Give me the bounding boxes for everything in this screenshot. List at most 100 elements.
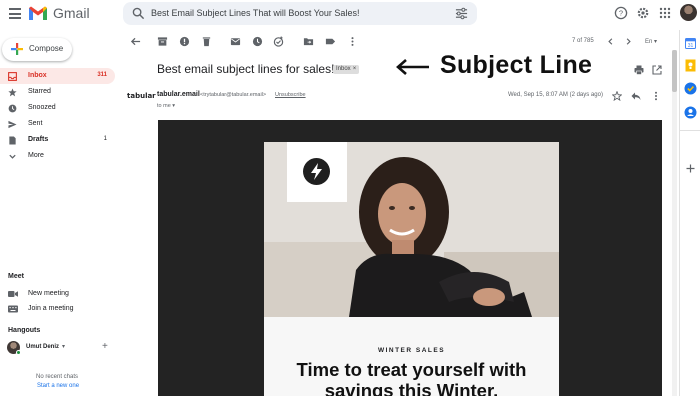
remove-label-icon[interactable]: ×: [353, 66, 357, 72]
search-icon[interactable]: [132, 7, 145, 20]
sidebar-item-sent[interactable]: Sent: [0, 116, 115, 132]
sidebar-item-label: More: [28, 152, 44, 159]
input-language-button[interactable]: En ▾: [645, 38, 657, 45]
svg-text:31: 31: [688, 43, 694, 49]
contacts-icon[interactable]: [684, 106, 697, 119]
side-panel-divider: [680, 130, 700, 131]
mark-unread-icon[interactable]: [230, 36, 241, 47]
add-addon-icon[interactable]: [686, 164, 695, 173]
card-text-area: WINTER SALES Time to treat yourself with…: [264, 317, 559, 396]
meet-section-title: Meet: [8, 273, 24, 280]
new-meeting-button[interactable]: New meeting: [0, 287, 115, 301]
promo-headline-line2: savings this Winter.: [324, 380, 499, 396]
video-camera-icon: [8, 291, 18, 297]
pagination-text: 7 of 785: [572, 38, 594, 44]
sidebar-item-starred[interactable]: Starred: [0, 84, 115, 100]
help-icon[interactable]: ?: [614, 6, 628, 20]
sidebar-item-inbox[interactable]: Inbox 311: [0, 68, 115, 84]
tasks-icon[interactable]: [684, 82, 697, 95]
add-chat-icon[interactable]: +: [102, 341, 108, 352]
search-bar[interactable]: Best Email Subject Lines That will Boost…: [123, 2, 477, 25]
online-status-dot: [16, 350, 21, 355]
hangouts-user[interactable]: Umut Deniz ▾ +: [7, 341, 117, 355]
sidebar-item-label: Drafts: [28, 136, 49, 143]
keep-notes-icon[interactable]: [685, 59, 696, 72]
more-options-icon[interactable]: [651, 91, 661, 101]
recipients-label: to me: [157, 103, 171, 109]
inbox-icon: [8, 72, 17, 81]
add-task-icon[interactable]: [273, 36, 284, 47]
main-menu-icon[interactable]: [9, 8, 21, 20]
sidebar-item-snoozed[interactable]: Snoozed: [0, 100, 115, 116]
compose-label: Compose: [29, 44, 64, 53]
email-subject: Best email subject lines for sales!: [157, 62, 335, 76]
inbox-chip-label: Inbox: [336, 66, 351, 72]
settings-gear-icon[interactable]: [636, 6, 650, 20]
sidebar-item-label: Snoozed: [28, 104, 56, 111]
top-bar: Gmail Best Email Subject Lines That will…: [0, 0, 700, 30]
delete-icon[interactable]: [201, 36, 212, 47]
compose-button[interactable]: Compose: [2, 38, 72, 61]
promo-eyebrow: WINTER SALES: [377, 347, 446, 354]
sidebar-item-more[interactable]: More: [0, 148, 115, 164]
calendar-icon[interactable]: 31: [685, 38, 696, 49]
gmail-logo-icon: [29, 6, 47, 20]
email-body: WINTER SALES Time to treat yourself with…: [158, 120, 662, 396]
chevron-right-icon[interactable]: [623, 36, 634, 47]
app-name: Gmail: [53, 5, 90, 21]
sender-email: <trytabular@tabular.email>: [200, 92, 267, 98]
sidebar-item-label: Inbox: [28, 72, 47, 79]
lightning-bolt-icon: [311, 163, 322, 180]
inbox-label-chip[interactable]: Inbox ×: [333, 65, 360, 74]
newsletter-card: WINTER SALES Time to treat yourself with…: [264, 142, 559, 396]
star-outline-icon[interactable]: [612, 91, 622, 101]
search-options-icon[interactable]: [455, 7, 468, 20]
drafts-count: 1: [103, 136, 107, 142]
search-input[interactable]: Best Email Subject Lines That will Boost…: [151, 8, 359, 18]
draft-icon: [9, 136, 16, 145]
more-vertical-icon[interactable]: [347, 36, 358, 47]
join-meeting-button[interactable]: Join a meeting: [0, 302, 115, 316]
new-meeting-label: New meeting: [28, 290, 69, 297]
account-avatar[interactable]: [680, 4, 697, 21]
promo-headline-line1: Time to treat yourself with: [296, 359, 527, 380]
scrollbar-thumb[interactable]: [672, 50, 677, 92]
sender-name[interactable]: tabular.email: [157, 91, 200, 98]
recipients-toggle[interactable]: to me ▾: [157, 103, 175, 109]
reply-icon[interactable]: [631, 91, 641, 101]
report-spam-icon[interactable]: [179, 36, 190, 47]
caret-down-icon[interactable]: ▾: [62, 343, 65, 350]
annotation-arrow-icon: [396, 59, 429, 75]
hangouts-user-name: Umut Deniz: [26, 344, 59, 350]
promo-headline: Time to treat yourself with savings this…: [264, 359, 559, 396]
back-arrow-icon[interactable]: [130, 36, 141, 47]
hangouts-section-title: Hangouts: [8, 327, 41, 334]
subject-line-annotation: Subject Line: [440, 51, 593, 79]
side-panel: 31: [679, 30, 700, 396]
snooze-icon[interactable]: [252, 36, 263, 47]
sidebar-item-drafts[interactable]: Drafts 1: [0, 132, 115, 148]
svg-text:?: ?: [619, 9, 623, 18]
brand-logo: [303, 158, 330, 185]
sender-logo: tabular: [127, 92, 156, 100]
join-meeting-label: Join a meeting: [28, 305, 74, 312]
move-to-icon[interactable]: [303, 36, 314, 47]
label-icon[interactable]: [325, 36, 336, 47]
start-new-chat-link[interactable]: Start a new one: [37, 383, 79, 389]
print-icon[interactable]: [634, 65, 644, 75]
language-label: En: [645, 39, 653, 45]
sidebar-nav: Inbox 311 Starred Snoozed Sent Drafts 1 …: [0, 68, 115, 164]
chevron-down-icon: [9, 154, 16, 159]
brand-badge: [287, 142, 347, 202]
inbox-count: 311: [97, 72, 107, 78]
open-new-window-icon[interactable]: [652, 65, 662, 75]
star-icon: [8, 88, 17, 97]
keyboard-icon: [8, 305, 18, 313]
message-date: Wed, Sep 15, 8:07 AM (2 days ago): [508, 92, 603, 98]
hero-photo: [264, 142, 559, 317]
chevron-left-icon[interactable]: [605, 36, 616, 47]
apps-grid-icon[interactable]: [658, 6, 672, 20]
archive-icon[interactable]: [157, 36, 168, 47]
message-scrollbar[interactable]: [672, 50, 677, 396]
unsubscribe-link[interactable]: Unsubscribe: [275, 92, 306, 98]
